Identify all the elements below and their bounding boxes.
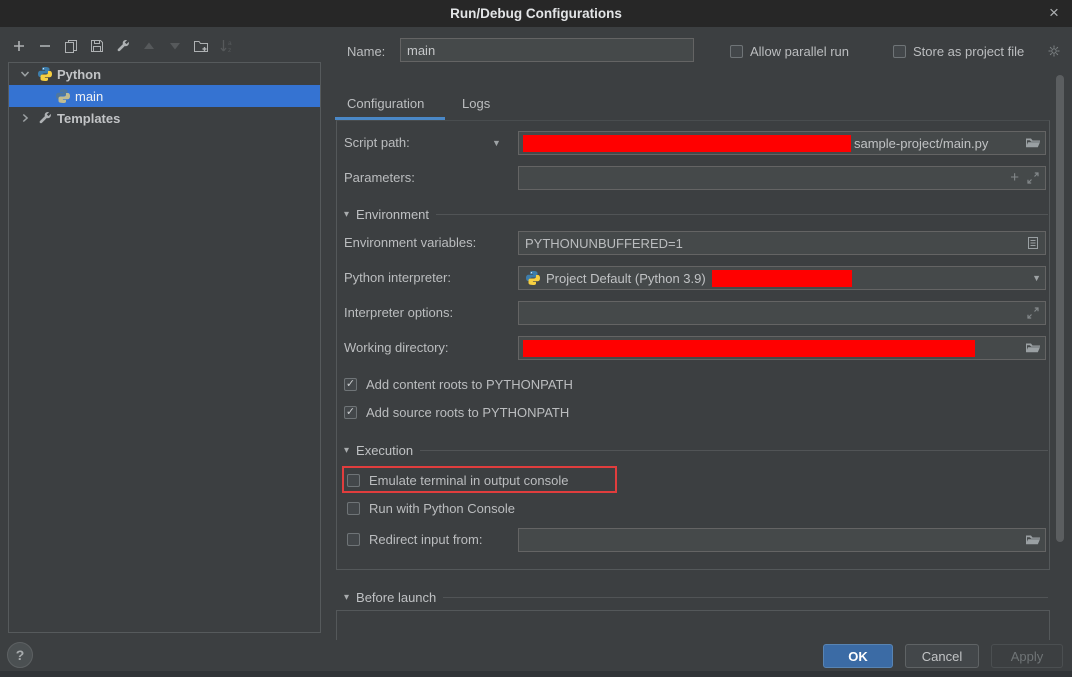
python-interpreter-label: Python interpreter: bbox=[344, 266, 451, 290]
dialog-title: Run/Debug Configurations bbox=[450, 6, 622, 21]
add-source-roots-option[interactable]: ✓ Add source roots to PYTHONPATH bbox=[344, 404, 569, 421]
python-icon bbox=[37, 66, 53, 82]
help-button[interactable]: ? bbox=[7, 642, 33, 668]
name-input[interactable] bbox=[400, 38, 694, 62]
working-directory-field[interactable] bbox=[518, 336, 1046, 360]
collapse-arrow-icon[interactable]: ▾ bbox=[344, 445, 349, 456]
tree-item-label[interactable]: Python bbox=[57, 67, 101, 82]
save-configuration-icon[interactable] bbox=[89, 38, 105, 54]
section-title[interactable]: Execution bbox=[356, 443, 413, 458]
add-content-roots-checkbox[interactable]: ✓ bbox=[344, 378, 357, 391]
environment-section-header[interactable]: ▾ Environment bbox=[344, 205, 1048, 223]
add-source-roots-label[interactable]: Add source roots to PYTHONPATH bbox=[366, 405, 569, 420]
move-up-icon[interactable] bbox=[141, 38, 157, 54]
collapse-arrow-icon[interactable]: ▾ bbox=[344, 592, 349, 603]
vertical-scrollbar[interactable] bbox=[1056, 75, 1064, 542]
store-as-project-file-option[interactable]: Store as project file bbox=[893, 44, 1024, 59]
redaction-block bbox=[523, 135, 851, 152]
sort-configurations-icon[interactable]: az bbox=[219, 38, 235, 54]
run-debug-configurations-dialog: Run/Debug Configurations × az bbox=[0, 0, 1072, 677]
environment-variables-value: PYTHONUNBUFFERED=1 bbox=[523, 236, 683, 251]
tree-item-templates[interactable]: Templates bbox=[9, 107, 320, 129]
tree-item-main-selected[interactable]: main bbox=[9, 85, 320, 107]
before-launch-task-list[interactable] bbox=[336, 610, 1050, 641]
store-as-project-file-label[interactable]: Store as project file bbox=[913, 44, 1024, 59]
chevron-right-icon[interactable] bbox=[17, 110, 33, 126]
script-path-dropdown-icon[interactable]: ▼ bbox=[492, 138, 501, 148]
redaction-block bbox=[523, 340, 975, 357]
allow-parallel-run-checkbox[interactable] bbox=[730, 45, 743, 58]
section-title[interactable]: Before launch bbox=[356, 590, 436, 605]
red-highlight-annotation bbox=[342, 466, 617, 493]
section-divider bbox=[436, 214, 1048, 215]
allow-parallel-run-label[interactable]: Allow parallel run bbox=[750, 44, 849, 59]
name-label: Name: bbox=[347, 44, 385, 59]
python-icon bbox=[525, 270, 541, 286]
tab-logs[interactable]: Logs bbox=[462, 96, 490, 111]
environment-variables-label: Environment variables: bbox=[344, 231, 476, 255]
browse-folder-icon[interactable] bbox=[1025, 532, 1041, 548]
browse-folder-icon[interactable] bbox=[1025, 340, 1041, 356]
add-macro-icon[interactable]: + bbox=[1010, 170, 1019, 186]
before-launch-section-header[interactable]: ▾ Before launch bbox=[344, 588, 1048, 606]
run-with-python-console-label[interactable]: Run with Python Console bbox=[369, 501, 515, 516]
environment-variables-field[interactable]: PYTHONUNBUFFERED=1 bbox=[518, 231, 1046, 255]
run-with-python-console-checkbox[interactable] bbox=[347, 502, 360, 515]
apply-button[interactable]: Apply bbox=[991, 644, 1063, 668]
run-with-python-console-option[interactable]: Run with Python Console bbox=[347, 500, 515, 517]
redaction-block bbox=[712, 270, 852, 287]
python-icon bbox=[55, 88, 71, 104]
dialog-titlebar: Run/Debug Configurations bbox=[0, 0, 1072, 27]
redirect-input-label[interactable]: Redirect input from: bbox=[369, 532, 482, 547]
collapse-arrow-icon[interactable]: ▾ bbox=[344, 209, 349, 220]
redirect-input-checkbox[interactable] bbox=[347, 533, 360, 546]
execution-section-header[interactable]: ▾ Execution bbox=[344, 441, 1048, 459]
tree-item-python[interactable]: Python bbox=[9, 63, 320, 85]
working-directory-label: Working directory: bbox=[344, 336, 449, 360]
browse-folder-icon[interactable] bbox=[1025, 135, 1041, 151]
configurations-tree: Python main Templates bbox=[8, 62, 321, 633]
script-path-value: sample-project/main.py bbox=[854, 136, 988, 151]
edit-templates-icon[interactable] bbox=[115, 38, 131, 54]
add-content-roots-option[interactable]: ✓ Add content roots to PYTHONPATH bbox=[344, 376, 573, 393]
new-folder-icon[interactable] bbox=[193, 38, 209, 54]
python-interpreter-select[interactable]: Project Default (Python 3.9) ▼ bbox=[518, 266, 1046, 290]
section-title[interactable]: Environment bbox=[356, 207, 429, 222]
gear-icon[interactable] bbox=[1046, 43, 1062, 59]
svg-text:z: z bbox=[228, 47, 231, 54]
tree-item-label[interactable]: Templates bbox=[57, 111, 120, 126]
move-down-icon[interactable] bbox=[167, 38, 183, 54]
add-content-roots-label[interactable]: Add content roots to PYTHONPATH bbox=[366, 377, 573, 392]
redirect-input-option[interactable]: Redirect input from: bbox=[347, 531, 482, 548]
python-interpreter-value: Project Default (Python 3.9) bbox=[546, 271, 706, 286]
wrench-icon bbox=[37, 110, 53, 126]
tree-item-label[interactable]: main bbox=[75, 89, 103, 104]
svg-text:a: a bbox=[228, 40, 232, 47]
edit-variables-icon[interactable] bbox=[1025, 235, 1041, 251]
copy-configuration-icon[interactable] bbox=[63, 38, 79, 54]
script-path-field[interactable]: sample-project/main.py bbox=[518, 131, 1046, 155]
store-as-project-file-checkbox[interactable] bbox=[893, 45, 906, 58]
section-divider bbox=[420, 450, 1048, 451]
parameters-label: Parameters: bbox=[344, 166, 415, 190]
ok-button[interactable]: OK bbox=[823, 644, 893, 668]
parameters-field[interactable]: + bbox=[518, 166, 1046, 190]
expand-field-icon[interactable] bbox=[1025, 170, 1041, 186]
add-source-roots-checkbox[interactable]: ✓ bbox=[344, 406, 357, 419]
cancel-button[interactable]: Cancel bbox=[905, 644, 979, 668]
script-path-label[interactable]: Script path: bbox=[344, 131, 410, 155]
expand-field-icon[interactable] bbox=[1025, 305, 1041, 321]
interpreter-options-field[interactable] bbox=[518, 301, 1046, 325]
dropdown-arrow-icon[interactable]: ▼ bbox=[1032, 273, 1041, 283]
remove-configuration-icon[interactable] bbox=[37, 38, 53, 54]
redirect-input-field[interactable] bbox=[518, 528, 1046, 552]
section-divider bbox=[443, 597, 1048, 598]
close-icon[interactable]: × bbox=[1044, 3, 1064, 23]
configurations-toolbar: az bbox=[11, 38, 235, 54]
add-configuration-icon[interactable] bbox=[11, 38, 27, 54]
tab-configuration[interactable]: Configuration bbox=[347, 96, 424, 111]
chevron-down-icon[interactable] bbox=[17, 66, 33, 82]
interpreter-options-label: Interpreter options: bbox=[344, 301, 453, 325]
allow-parallel-run-option[interactable]: Allow parallel run bbox=[730, 44, 849, 59]
